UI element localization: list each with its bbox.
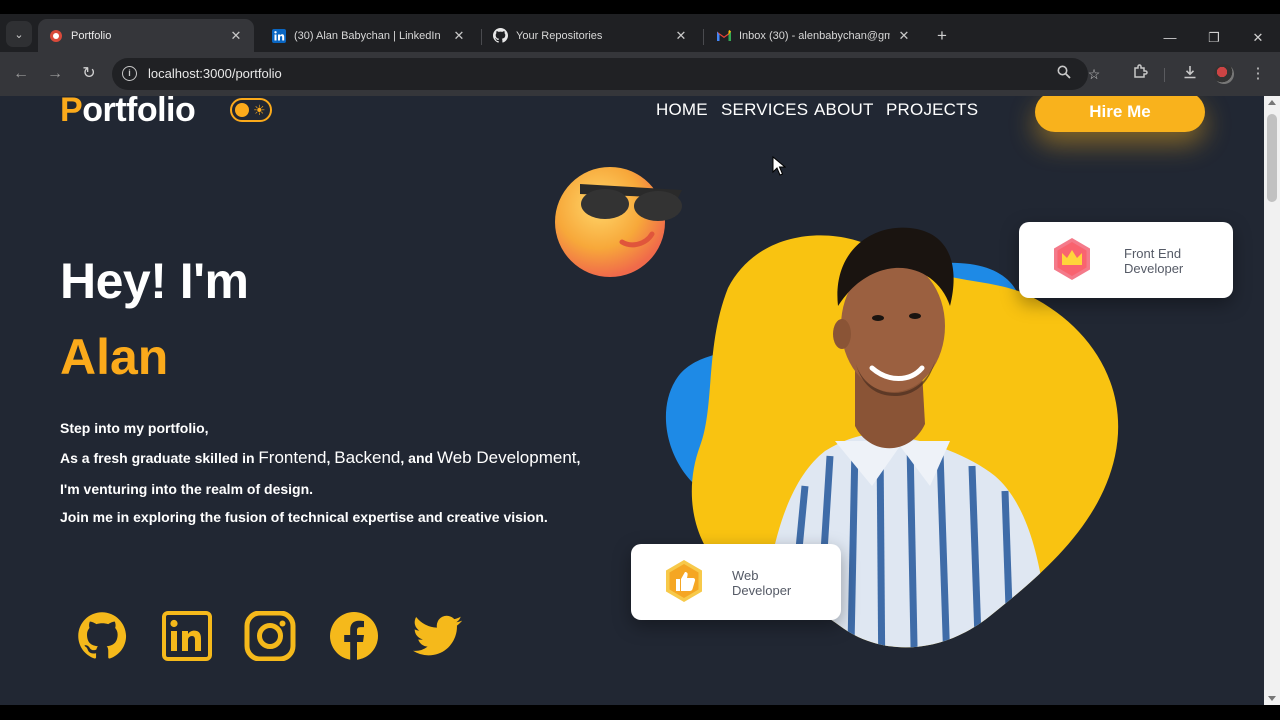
- site-logo[interactable]: Portfolio: [60, 96, 196, 130]
- hero-design-line: I'm venturing into the realm of design.: [60, 481, 314, 497]
- scroll-up-arrow-icon[interactable]: [1268, 100, 1276, 105]
- sunglasses-emoji-icon: [550, 164, 690, 284]
- skills-prefix: As a fresh graduate skilled in: [60, 450, 259, 466]
- tab-bar: ⌄ Portfolio ✕ (30) Alan Babychan | Linke…: [0, 14, 1280, 52]
- download-icon[interactable]: [1180, 64, 1200, 84]
- restore-window-icon[interactable]: ❐: [1194, 28, 1234, 48]
- top-black-strip: [0, 0, 1280, 14]
- tab-portfolio[interactable]: Portfolio ✕: [38, 19, 254, 52]
- zoom-icon[interactable]: [1054, 64, 1074, 84]
- close-tab-icon[interactable]: ✕: [896, 28, 912, 44]
- url-text[interactable]: localhost:3000/portfolio: [148, 66, 282, 81]
- nav-projects[interactable]: PROJECTS: [886, 100, 978, 120]
- bottom-black-strip: [0, 705, 1280, 720]
- gmail-favicon-icon: [716, 28, 731, 43]
- back-icon[interactable]: ←: [10, 63, 32, 85]
- page-viewport: Portfolio ☀ HOME SERVICES ABOUT PROJECTS…: [0, 96, 1264, 705]
- forward-icon[interactable]: →: [44, 63, 66, 85]
- toggle-knob: [235, 103, 249, 117]
- skills-end: ,: [576, 450, 581, 466]
- skill-web-development: Web Development: [436, 448, 577, 467]
- skills-and: , and: [400, 450, 437, 466]
- tab-search-dropdown-icon[interactable]: ⌄: [6, 21, 32, 47]
- browser-toolbar: ← → ↻ i localhost:3000/portfolio ☆ ⋮: [0, 52, 1280, 96]
- profile-avatar[interactable]: [1214, 64, 1234, 84]
- linkedin-favicon-icon: [271, 28, 286, 43]
- facebook-icon[interactable]: [326, 611, 382, 661]
- github-favicon-icon: [493, 28, 508, 43]
- sun-icon: ☀: [253, 102, 266, 118]
- toolbar-separator: [1164, 68, 1165, 82]
- nav-about[interactable]: ABOUT: [814, 100, 874, 120]
- linkedin-icon[interactable]: [159, 611, 215, 661]
- page-scrollbar[interactable]: [1264, 96, 1280, 705]
- address-bar[interactable]: i localhost:3000/portfolio ☆: [112, 58, 1100, 90]
- tab-github[interactable]: Your Repositories ✕: [483, 19, 699, 52]
- close-window-icon[interactable]: ✕: [1238, 28, 1278, 48]
- instagram-icon[interactable]: [242, 610, 298, 662]
- hero-name: Alan: [60, 329, 169, 385]
- card-label-front-end: Front End: [1124, 246, 1182, 261]
- tab-separator: [703, 29, 704, 45]
- new-tab-button[interactable]: +: [932, 26, 952, 46]
- reload-icon[interactable]: ↻: [78, 63, 100, 85]
- logo-letter: P: [60, 96, 83, 129]
- twitter-icon[interactable]: [410, 611, 466, 661]
- card-label-developer: Developer: [732, 583, 792, 598]
- site-info-icon[interactable]: i: [122, 66, 137, 81]
- skill-frontend: Frontend: [258, 448, 327, 467]
- github-icon[interactable]: [74, 611, 130, 661]
- theme-toggle[interactable]: ☀: [230, 98, 272, 122]
- front-end-developer-card: Front End Developer: [1019, 222, 1233, 298]
- hire-me-button[interactable]: Hire Me: [1035, 96, 1205, 132]
- crown-badge-icon: [1049, 236, 1095, 282]
- tab-linkedin[interactable]: (30) Alan Babychan | LinkedIn ✕: [261, 19, 477, 52]
- scroll-thumb[interactable]: [1267, 114, 1277, 202]
- web-developer-card: Web Developer: [631, 544, 841, 620]
- hero-greeting: Hey! I'm: [60, 253, 249, 309]
- tab-gmail[interactable]: Inbox (30) - alenbabychan@gm ✕: [706, 19, 922, 52]
- tab-title: (30) Alan Babychan | LinkedIn: [294, 29, 441, 42]
- hero-vision-line: Join me in exploring the fusion of techn…: [60, 509, 548, 525]
- mouse-cursor-icon: [772, 155, 787, 176]
- close-tab-icon[interactable]: ✕: [451, 28, 467, 44]
- card-label-developer: Developer: [1124, 261, 1184, 276]
- thumbs-up-badge-icon: [661, 558, 707, 604]
- minimize-window-icon[interactable]: —: [1150, 28, 1190, 48]
- close-tab-icon[interactable]: ✕: [673, 28, 689, 44]
- menu-kebab-icon[interactable]: ⋮: [1248, 64, 1268, 84]
- nav-home[interactable]: HOME: [656, 100, 708, 120]
- close-tab-icon[interactable]: ✕: [228, 28, 244, 44]
- portfolio-favicon-icon: [48, 28, 63, 43]
- card-label-web: Web: [732, 568, 759, 583]
- extensions-icon[interactable]: [1130, 64, 1150, 84]
- tab-title: Your Repositories: [516, 29, 603, 42]
- nav-services[interactable]: SERVICES: [721, 100, 808, 120]
- logo-text: ortfolio: [82, 96, 196, 129]
- hero-intro: Step into my portfolio,: [60, 420, 209, 436]
- tab-title: Portfolio: [71, 29, 112, 42]
- browser-window: ⌄ Portfolio ✕ (30) Alan Babychan | Linke…: [0, 0, 1280, 720]
- hero-skills-line: As a fresh graduate skilled in Frontend,…: [60, 448, 580, 468]
- tab-separator: [481, 29, 482, 45]
- skill-backend: Backend: [334, 448, 401, 467]
- bookmark-star-icon[interactable]: ☆: [1084, 64, 1104, 84]
- tab-title: Inbox (30) - alenbabychan@gm: [739, 29, 890, 42]
- scroll-down-arrow-icon[interactable]: [1268, 696, 1276, 701]
